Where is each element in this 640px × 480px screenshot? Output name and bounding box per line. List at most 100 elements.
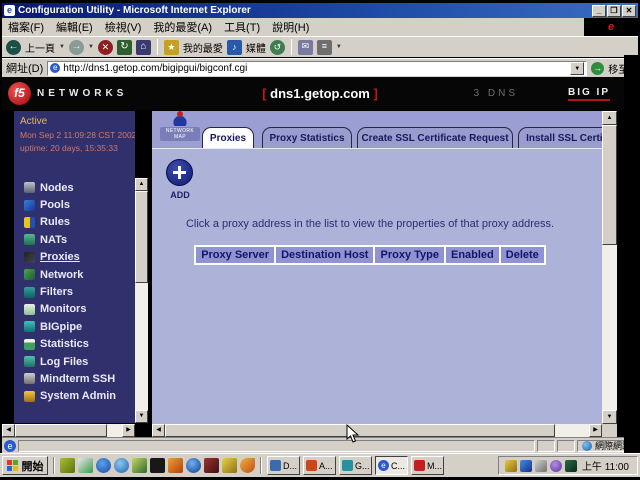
sidebar-item-mindterm-ssh[interactable]: Mindterm SSH: [24, 370, 116, 387]
menu-tools[interactable]: 工具(T): [224, 19, 260, 35]
column-proxy-type[interactable]: Proxy Type: [375, 247, 444, 263]
scroll-thumb[interactable]: [135, 191, 148, 283]
restore-button[interactable]: ❐: [607, 5, 621, 17]
network-icon: [24, 269, 35, 280]
main-horizontal-scrollbar[interactable]: ◀ ▶: [152, 424, 602, 437]
back-dropdown-icon[interactable]: ▼: [59, 44, 65, 50]
address-input[interactable]: e http://dns1.getop.com/bigipgui/bigconf…: [47, 61, 587, 76]
scroll-right-icon[interactable]: ▶: [589, 424, 602, 437]
column-enabled[interactable]: Enabled: [446, 247, 499, 263]
start-button[interactable]: 開始: [2, 456, 48, 475]
sidebar-item-nodes[interactable]: Nodes: [24, 179, 116, 196]
scroll-left-icon[interactable]: ◀: [2, 424, 15, 437]
scroll-thumb[interactable]: [15, 424, 107, 437]
add-button-label[interactable]: ADD: [160, 190, 200, 200]
quick-launch-icon[interactable]: [150, 458, 165, 473]
sidebar-item-statistics[interactable]: Statistics: [24, 336, 116, 353]
menu-view[interactable]: 檢視(V): [105, 19, 142, 35]
quick-launch-icon[interactable]: [96, 458, 111, 473]
back-icon[interactable]: ←: [6, 40, 21, 55]
sidebar-item-filters[interactable]: Filters: [24, 283, 116, 300]
tray-icon[interactable]: [565, 460, 577, 472]
taskbar-window-button[interactable]: G...: [339, 456, 372, 475]
sidebar-item-bigpipe[interactable]: BIGpipe: [24, 318, 116, 335]
media-icon[interactable]: ♪: [227, 40, 242, 55]
quick-launch-icon[interactable]: [240, 458, 255, 473]
taskbar-window-button[interactable]: D...: [267, 456, 300, 475]
column-proxy-server[interactable]: Proxy Server: [196, 247, 274, 263]
home-icon[interactable]: ⌂: [136, 40, 151, 55]
favorites-icon[interactable]: ★: [164, 40, 179, 55]
tab-proxy-statistics[interactable]: Proxy Statistics: [262, 127, 352, 148]
forward-dropdown-icon[interactable]: ▼: [88, 44, 94, 50]
quick-launch-icon[interactable]: [222, 458, 237, 473]
scroll-up-icon[interactable]: ▲: [135, 178, 148, 191]
add-proxy-button[interactable]: [166, 159, 193, 186]
scroll-left-icon[interactable]: ◀: [152, 424, 165, 437]
sidebar-item-proxies[interactable]: Proxies: [24, 249, 116, 266]
menu-edit[interactable]: 編輯(E): [56, 19, 93, 35]
main-vertical-scrollbar[interactable]: ▲ ▼: [602, 111, 617, 424]
taskbar-window-button[interactable]: M...: [411, 456, 444, 475]
quick-launch-icon[interactable]: [204, 458, 219, 473]
quick-launch-icon[interactable]: [186, 458, 201, 473]
print-icon[interactable]: ≡: [317, 40, 332, 55]
address-url[interactable]: http://dns1.getop.com/bigipgui/bigconf.c…: [63, 63, 247, 74]
forward-icon[interactable]: →: [69, 40, 84, 55]
sidebar-item-rules[interactable]: Rules: [24, 214, 116, 231]
scroll-thumb[interactable]: [165, 424, 555, 437]
taskbar-window-button-active[interactable]: eC...: [375, 456, 408, 475]
stop-icon[interactable]: ✕: [98, 40, 113, 55]
taskbar-clock[interactable]: 上午 11:00: [580, 458, 631, 473]
tab-proxies[interactable]: Proxies: [202, 127, 254, 148]
column-delete[interactable]: Delete: [501, 247, 544, 263]
app-icon: [414, 460, 425, 471]
refresh-icon[interactable]: ↻: [117, 40, 132, 55]
sidebar-item-network[interactable]: Network: [24, 266, 116, 283]
tab-install-ssl-certificate[interactable]: Install SSL Certif: [518, 127, 602, 148]
tray-icon[interactable]: [520, 460, 532, 472]
sidebar-item-monitors[interactable]: Monitors: [24, 301, 116, 318]
sidebar-vertical-scrollbar[interactable]: ▲ ▼: [135, 178, 148, 423]
window-titlebar[interactable]: e Configuration Utility - Microsoft Inte…: [2, 3, 638, 18]
sidebar-item-pools[interactable]: Pools: [24, 196, 116, 213]
quick-launch-icon[interactable]: [60, 458, 75, 473]
banner-bigip-link[interactable]: BIG IP: [568, 87, 610, 101]
scroll-right-icon[interactable]: ▶: [122, 424, 135, 437]
column-destination-host[interactable]: Destination Host: [276, 247, 373, 263]
system-status: Active Mon Sep 2 11:09:28 CST 2002 uptim…: [14, 111, 135, 153]
back-button-label[interactable]: 上一頁: [25, 40, 55, 55]
tray-icon[interactable]: [535, 460, 547, 472]
scroll-thumb[interactable]: [602, 125, 617, 245]
banner-3dns-link[interactable]: 3 DNS: [474, 88, 518, 99]
scroll-down-icon[interactable]: ▼: [135, 410, 148, 423]
menu-file[interactable]: 檔案(F): [8, 19, 44, 35]
close-button[interactable]: ✕: [622, 5, 636, 17]
tray-icon[interactable]: [505, 460, 517, 472]
address-dropdown-icon[interactable]: ▼: [570, 62, 584, 75]
quick-launch-icon[interactable]: [168, 458, 183, 473]
quick-launch-icon[interactable]: [114, 458, 129, 473]
network-map-button[interactable]: NETWORK MAP: [160, 114, 200, 141]
sidebar-item-nats[interactable]: NATs: [24, 231, 116, 248]
tab-create-ssl-certificate-request[interactable]: Create SSL Certificate Request: [357, 127, 513, 148]
toolbar-more-icon[interactable]: ▼: [336, 44, 342, 50]
taskbar-window-button[interactable]: A...: [303, 456, 336, 475]
go-icon[interactable]: →: [591, 62, 604, 75]
sidebar-horizontal-scrollbar[interactable]: ◀ ▶: [2, 424, 135, 437]
minimize-button[interactable]: _: [592, 5, 606, 17]
quick-launch-icon[interactable]: [78, 458, 93, 473]
mail-icon[interactable]: ✉: [298, 40, 313, 55]
tray-icon[interactable]: [550, 460, 562, 472]
favorites-button-label[interactable]: 我的最愛: [183, 40, 223, 55]
quick-launch-icon[interactable]: [132, 458, 147, 473]
sidebar-item-log-files[interactable]: Log Files: [24, 353, 116, 370]
log-files-icon: [24, 356, 35, 367]
sidebar-item-system-admin[interactable]: System Admin: [24, 388, 116, 405]
history-icon[interactable]: ↺: [270, 40, 285, 55]
menu-help[interactable]: 說明(H): [272, 19, 309, 35]
scroll-down-icon[interactable]: ▼: [602, 410, 617, 424]
scroll-up-icon[interactable]: ▲: [602, 111, 617, 125]
menu-favorites[interactable]: 我的最愛(A): [153, 19, 212, 35]
media-button-label[interactable]: 媒體: [246, 40, 266, 55]
